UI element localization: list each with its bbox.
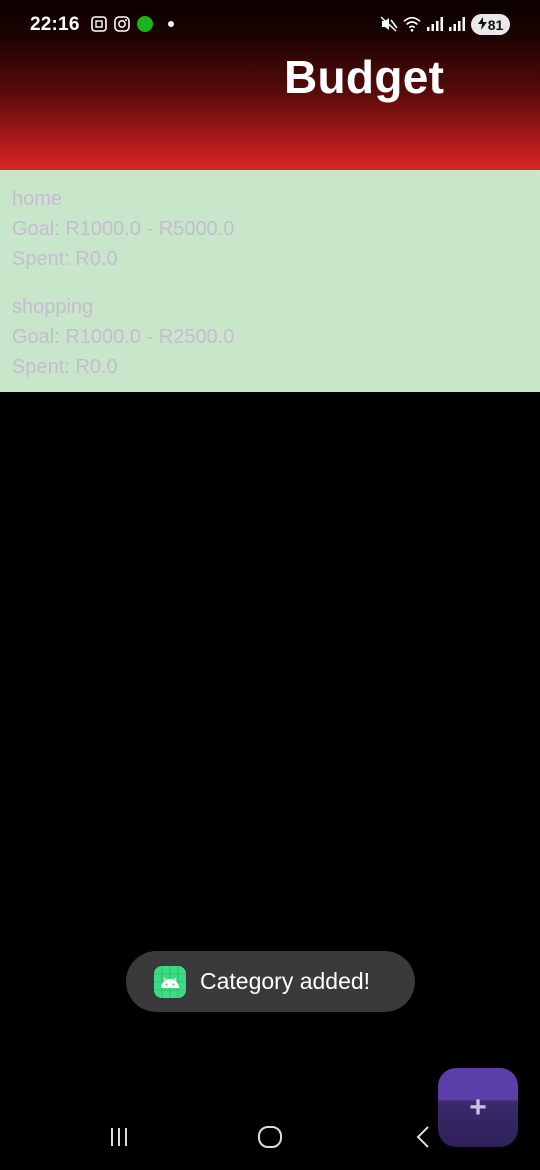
category-spent: Spent: R0.0 (12, 356, 118, 378)
home-icon[interactable] (255, 1122, 285, 1152)
toast-message: Category added! (126, 951, 415, 1012)
android-icon (154, 965, 186, 998)
recents-icon[interactable] (104, 1122, 134, 1152)
signal-icon (426, 15, 444, 33)
list-item[interactable]: home Goal: R1000.0 - R5000.0 Spent: R0.0 (12, 184, 528, 274)
mute-icon (380, 15, 398, 33)
signal-icon-2 (448, 15, 466, 33)
screenshot-icon (90, 15, 108, 33)
green-dot-icon (136, 15, 154, 33)
battery-indicator: 81 (471, 14, 510, 35)
wifi-icon (403, 15, 421, 33)
category-spent: Spent: R0.0 (12, 248, 118, 270)
category-name: home (12, 188, 63, 210)
plus-icon: + (469, 1090, 487, 1124)
page-title: Budget (284, 51, 445, 103)
back-icon[interactable] (408, 1122, 438, 1152)
status-time: 22:16 (30, 14, 80, 35)
category-goal: Goal: R1000.0 - R2500.0 (12, 326, 235, 348)
list-item[interactable]: shopping Goal: R1000.0 - R2500.0 Spent: … (12, 292, 528, 382)
status-bar: 22:16 81 (0, 0, 540, 50)
category-goal: Goal: R1000.0 - R5000.0 (12, 218, 235, 240)
battery-level: 81 (487, 16, 504, 33)
app-header: 22:16 81 Budget (0, 0, 540, 170)
add-category-button[interactable]: + (438, 1068, 518, 1147)
app-screen: 22:16 81 Budget home Goal: R1000.0 - R50… (0, 0, 540, 1170)
category-list: home Goal: R1000.0 - R5000.0 Spent: R0.0… (0, 170, 540, 392)
notification-dot-icon (162, 15, 180, 33)
toast-text: Category added! (200, 968, 371, 994)
battery-charging-icon (477, 16, 487, 33)
instagram-icon (113, 15, 131, 33)
category-name: shopping (12, 296, 94, 318)
